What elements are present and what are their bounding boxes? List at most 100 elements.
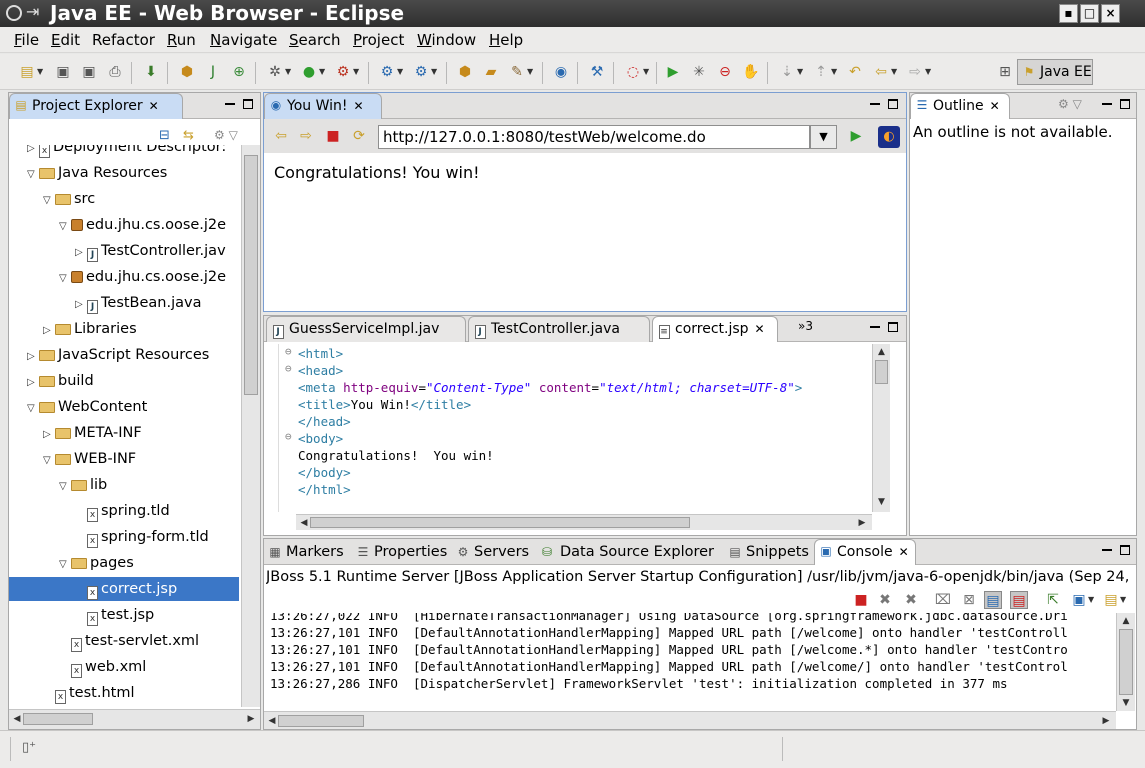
console-minmax-controls[interactable] <box>1102 542 1130 558</box>
tree-item[interactable]: ▷ J TestController.jav <box>9 239 239 263</box>
minimize-button[interactable]: ▪ <box>1059 4 1078 23</box>
tree-item[interactable]: ▷ J TestBean.java <box>9 291 239 315</box>
run-icon[interactable]: ● <box>300 63 318 81</box>
view-menu-icon[interactable]: ⚙ ▽ <box>214 128 238 142</box>
remove-launch-icon[interactable]: ✖ <box>876 591 894 609</box>
collapse-all-icon[interactable]: ⊟ <box>159 128 170 143</box>
scroll-lock-icon[interactable]: ⊠ <box>960 591 978 609</box>
save-all-icon[interactable]: ▣ <box>80 63 98 81</box>
hand-icon[interactable]: ✋ <box>742 63 760 81</box>
display-console-icon[interactable]: ▣ <box>1070 591 1088 609</box>
tree-item[interactable]: ▷ JavaScript Resources <box>9 343 239 367</box>
tab-testcontroller[interactable]: J TestController.java <box>468 316 650 342</box>
new-server-icon[interactable]: ⚙ <box>378 63 396 81</box>
console-output[interactable]: 13:26:27,022 INFO [HibernateTransactionM… <box>264 613 1116 709</box>
new-class-icon[interactable]: ⊕ <box>230 63 248 81</box>
terminate-icon[interactable]: ⊖ <box>716 63 734 81</box>
tree-item[interactable]: ▽ src <box>9 187 239 211</box>
refresh-spinner-icon[interactable]: ◌ <box>624 63 642 81</box>
tree-horizontal-scrollbar[interactable]: ◀ ▶ <box>9 709 260 729</box>
tree-item[interactable]: x spring-form.tld <box>9 525 239 549</box>
menu-edit[interactable]: Edit <box>51 30 80 50</box>
close-icon[interactable]: ✕ <box>899 545 909 559</box>
window-title-bar[interactable]: ⇥ Java EE - Web Browser - Eclipse ▪ □ × <box>0 0 1145 27</box>
collapse-icon[interactable]: ▽ <box>59 215 71 239</box>
forward-icon[interactable]: ⇨ <box>906 63 924 81</box>
web-browser-logo-icon[interactable]: ◐ <box>878 126 900 148</box>
collapse-icon[interactable]: ▽ <box>43 189 55 213</box>
menu-window[interactable]: Window <box>417 30 476 50</box>
expand-icon[interactable]: ▷ <box>27 145 39 161</box>
tree-item[interactable]: x web.xml <box>9 655 239 679</box>
close-icon[interactable]: ✕ <box>990 99 1000 113</box>
collapse-icon[interactable]: ▽ <box>27 163 39 187</box>
tree-item[interactable]: ▷ build <box>9 369 239 393</box>
debug-icon[interactable]: ✲ <box>266 63 284 81</box>
browser-refresh-icon[interactable]: ⟳ <box>350 127 368 145</box>
expand-icon[interactable]: ▷ <box>43 319 55 343</box>
collapse-icon[interactable]: ▽ <box>59 553 71 577</box>
external-tools-icon[interactable]: ⚙ <box>334 63 352 81</box>
tab-markers[interactable]: ▦ Markers <box>268 543 343 561</box>
close-icon[interactable]: ✕ <box>149 99 159 113</box>
tree-vertical-scrollbar[interactable] <box>241 145 260 707</box>
clear-console-icon[interactable]: ⌧ <box>934 591 952 609</box>
open-console-icon[interactable]: ▤ <box>1102 591 1120 609</box>
open-type-icon[interactable]: ⬢ <box>178 63 196 81</box>
menu-help[interactable]: Help <box>489 30 523 50</box>
close-button[interactable]: × <box>1101 4 1120 23</box>
new-java-icon[interactable]: J <box>204 63 222 81</box>
ant-icon[interactable]: ⚒ <box>588 63 606 81</box>
expand-icon[interactable]: ▷ <box>75 241 87 265</box>
collapse-icon[interactable]: ▽ <box>43 449 55 473</box>
show-stderr-icon[interactable]: ▤ <box>1010 591 1028 609</box>
open-perspective-icon[interactable]: ⊞ <box>996 63 1014 81</box>
menu-search[interactable]: Search <box>289 30 341 50</box>
open-folder-icon[interactable]: ▰ <box>482 63 500 81</box>
collapse-icon[interactable]: ▽ <box>27 397 39 421</box>
tree-item[interactable]: ▽ pages <box>9 551 239 575</box>
shade-arrow-icon[interactable]: ⇥ <box>26 2 39 21</box>
url-input[interactable]: http://127.0.0.1:8080/testWeb/welcome.do <box>378 125 810 149</box>
tree-item[interactable]: x test.jsp <box>9 603 239 627</box>
go-icon[interactable]: ▶ <box>847 127 865 145</box>
menu-refactor[interactable]: Refactor <box>92 30 155 50</box>
tree-item[interactable]: ▽ edu.jhu.cs.oose.j2e <box>9 213 239 237</box>
new-icon[interactable]: ▤ <box>18 63 36 81</box>
search-tool-icon[interactable]: ✎ <box>508 63 526 81</box>
deploy-icon[interactable]: ⬇ <box>142 63 160 81</box>
tab-outline[interactable]: ☰ Outline ✕ <box>910 93 1010 119</box>
back-icon[interactable]: ⇦ <box>872 63 890 81</box>
tab-correct-jsp[interactable]: ≡ correct.jsp ✕ <box>652 316 778 342</box>
console-vertical-scrollbar[interactable]: ▲ ▼ <box>1116 613 1135 711</box>
tab-properties[interactable]: ☰ Properties <box>356 543 448 561</box>
link-editor-icon[interactable]: ⇆ <box>183 128 194 143</box>
browser-minmax-controls[interactable] <box>870 96 898 112</box>
console-horizontal-scrollbar[interactable]: ◀ ▶ <box>264 711 1116 729</box>
last-edit-icon[interactable]: ↶ <box>846 63 864 81</box>
prev-annotation-icon[interactable]: ⇡ <box>812 63 830 81</box>
show-stdout-icon[interactable]: ▤ <box>984 591 1002 609</box>
remove-all-icon[interactable]: ✖ <box>902 591 920 609</box>
fast-view-icon[interactable]: ▯⁺ <box>22 740 36 755</box>
close-icon[interactable]: ✕ <box>755 322 765 336</box>
menu-navigate[interactable]: Navigate <box>210 30 277 50</box>
menu-project[interactable]: Project <box>353 30 404 50</box>
perspective-java-ee-button[interactable]: ⚑ Java EE <box>1017 59 1093 85</box>
tree-item[interactable]: ▽ edu.jhu.cs.oose.j2e <box>9 265 239 289</box>
skip-icon[interactable]: ✳ <box>690 63 708 81</box>
save-icon[interactable]: ▣ <box>54 63 72 81</box>
tree-item[interactable]: ▽ lib <box>9 473 239 497</box>
tree-item[interactable]: x correct.jsp <box>9 577 239 601</box>
tree-item[interactable]: ▽ WEB-INF <box>9 447 239 471</box>
editor-minmax-controls[interactable] <box>870 319 898 335</box>
tree-item[interactable]: x test-servlet.xml <box>9 629 239 653</box>
tree-item[interactable]: ▷ x Deployment Descriptor: <box>9 145 239 159</box>
close-icon[interactable]: ✕ <box>354 99 364 113</box>
tree-item[interactable]: x test.html <box>9 681 239 705</box>
url-dropdown-button[interactable]: ▼ <box>810 125 837 149</box>
resume-icon[interactable]: ▶ <box>664 63 682 81</box>
print-icon[interactable]: ⎙ <box>106 63 124 81</box>
browser-stop-icon[interactable]: ■ <box>324 127 342 145</box>
tab-snippets[interactable]: ▤ Snippets <box>728 543 809 561</box>
